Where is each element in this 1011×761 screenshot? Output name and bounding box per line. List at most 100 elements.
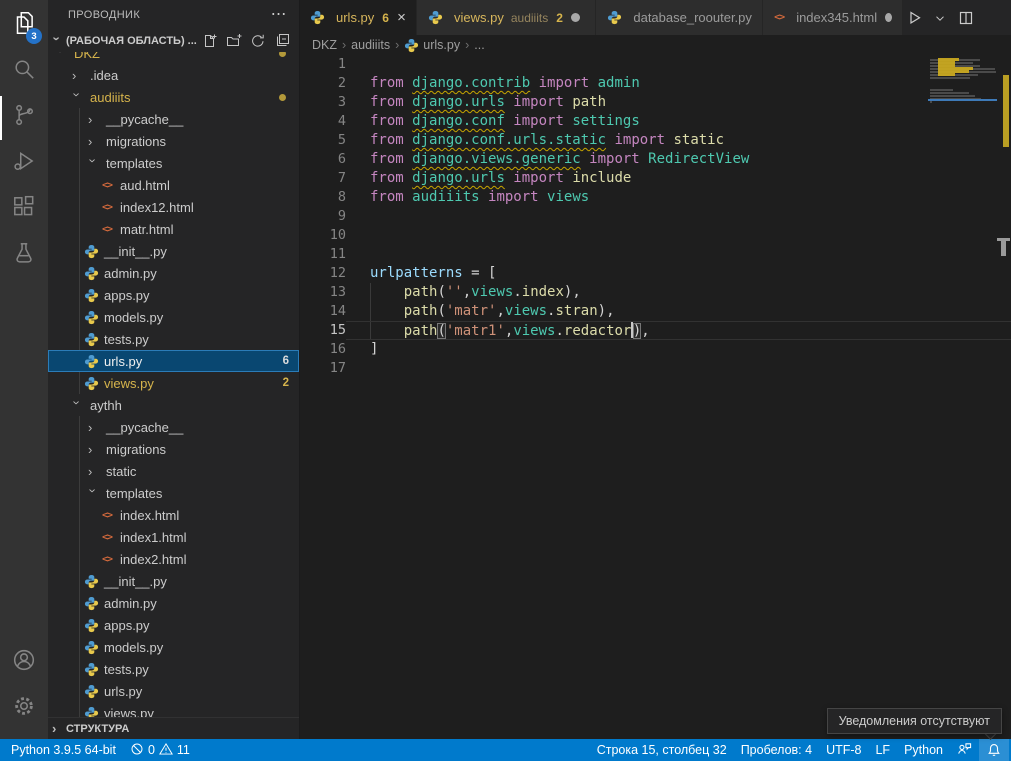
more-actions-icon[interactable] bbox=[981, 7, 1003, 29]
tree-item-label: __init__.py bbox=[104, 574, 167, 589]
python-file-icon bbox=[606, 10, 622, 25]
code-line[interactable]: 7from django.urls import include bbox=[300, 169, 1011, 188]
split-editor-icon[interactable] bbox=[955, 7, 977, 29]
line-number: 5 bbox=[300, 131, 346, 150]
tab-index345-html[interactable]: <>index345.html bbox=[763, 0, 903, 35]
line-number: 3 bbox=[300, 93, 346, 112]
tree-item-admin-py[interactable]: admin.py bbox=[48, 262, 299, 284]
refresh-icon[interactable] bbox=[249, 32, 267, 50]
close-icon[interactable]: × bbox=[397, 9, 406, 26]
status-cursor-position[interactable]: Строка 15, столбец 32 bbox=[590, 739, 734, 761]
tree-item-index2-html[interactable]: <>index2.html bbox=[48, 548, 299, 570]
tree-item-label: tests.py bbox=[104, 332, 149, 347]
code-line[interactable]: 8from audiiits import views bbox=[300, 188, 1011, 207]
tree-item-admin-py[interactable]: admin.py bbox=[48, 592, 299, 614]
status-language[interactable]: Python bbox=[897, 739, 950, 761]
tree-item-static[interactable]: ›static bbox=[48, 460, 299, 482]
sidebar-more-actions-icon[interactable]: ⋯ bbox=[271, 0, 287, 30]
code-line[interactable]: 17 bbox=[300, 359, 1011, 378]
tree-item-audiiits[interactable]: ›audiiits bbox=[48, 86, 299, 108]
code-token: views bbox=[513, 323, 555, 339]
chevron-down-icon: › bbox=[51, 36, 64, 48]
tree-item-apps-py[interactable]: apps.py bbox=[48, 284, 299, 306]
code-line[interactable]: 5from django.conf.urls.static import sta… bbox=[300, 131, 1011, 150]
status-feedback[interactable] bbox=[950, 739, 979, 761]
activity-item-account[interactable] bbox=[0, 639, 48, 685]
activity-item-search[interactable] bbox=[0, 48, 48, 94]
tree-item--pycache-[interactable]: ›__pycache__ bbox=[48, 416, 299, 438]
tree-item--idea[interactable]: ›.idea bbox=[48, 64, 299, 86]
line-number: 1 bbox=[300, 55, 346, 74]
code-line[interactable]: 11 bbox=[300, 245, 1011, 264]
code-line[interactable]: 14 path('matr',views.stran), bbox=[300, 302, 1011, 321]
outline-section-header[interactable]: › СТРУКТУРА bbox=[48, 717, 299, 739]
tree-item-urls-py[interactable]: urls.py bbox=[48, 680, 299, 702]
activity-item-testing[interactable] bbox=[0, 232, 48, 278]
code-line[interactable]: 4from django.conf import settings bbox=[300, 112, 1011, 131]
tab-database-roouter-py[interactable]: database_roouter.py bbox=[596, 0, 763, 35]
tree-item-tests-py[interactable]: tests.py bbox=[48, 328, 299, 350]
tree-item-templates[interactable]: ›templates bbox=[48, 482, 299, 504]
tree-item-matr-html[interactable]: <>matr.html bbox=[48, 218, 299, 240]
collapse-all-icon[interactable] bbox=[273, 32, 291, 50]
code-line-text: from audiiits import views bbox=[346, 188, 1011, 207]
code-token: redactor bbox=[564, 323, 631, 339]
code-line[interactable]: 13 path('',views.index), bbox=[300, 283, 1011, 302]
tab-urls-py[interactable]: urls.py6× bbox=[300, 0, 417, 35]
tab-views-py[interactable]: views.pyaudiiits2 bbox=[417, 0, 596, 35]
code-line[interactable]: 3from django.urls import path bbox=[300, 93, 1011, 112]
run-icon[interactable] bbox=[903, 7, 925, 29]
tree-item-index-html[interactable]: <>index.html bbox=[48, 504, 299, 526]
activity-item-source-control[interactable] bbox=[0, 94, 48, 140]
breadcrumb-item-0[interactable]: DKZ bbox=[312, 38, 337, 52]
status-indentation[interactable]: Пробелов: 4 bbox=[734, 739, 819, 761]
activity-item-explorer[interactable]: 3 bbox=[0, 2, 48, 48]
file-tree: ›DKZ›.idea›audiiits›__pycache__›migratio… bbox=[48, 0, 299, 739]
tree-item-migrations[interactable]: ›migrations bbox=[48, 438, 299, 460]
tree-item--pycache-[interactable]: ›__pycache__ bbox=[48, 108, 299, 130]
status-problems[interactable]: 011 bbox=[123, 739, 197, 761]
status-eol[interactable]: LF bbox=[868, 739, 897, 761]
new-file-icon[interactable] bbox=[201, 32, 219, 50]
tree-item-urls-py[interactable]: urls.py6 bbox=[48, 350, 299, 372]
tree-item-aud-html[interactable]: <>aud.html bbox=[48, 174, 299, 196]
code-token: views bbox=[505, 303, 547, 319]
tree-item-tests-py[interactable]: tests.py bbox=[48, 658, 299, 680]
breadcrumb-item-1[interactable]: audiiits bbox=[351, 38, 390, 52]
tree-item-aythh[interactable]: ›aythh bbox=[48, 394, 299, 416]
code-line[interactable]: 9 bbox=[300, 207, 1011, 226]
code-line[interactable]: 1 bbox=[300, 55, 1011, 74]
activity-item-settings[interactable] bbox=[0, 685, 48, 731]
code-line[interactable]: 6from django.views.generic import Redire… bbox=[300, 150, 1011, 169]
problems-badge: 6 bbox=[283, 355, 289, 367]
breadcrumb-item-3[interactable]: ... bbox=[474, 38, 484, 52]
tree-item-label: matr.html bbox=[120, 222, 173, 237]
activity-item-extensions[interactable] bbox=[0, 186, 48, 232]
status-notifications[interactable] bbox=[979, 739, 1009, 761]
code-token: views bbox=[547, 189, 589, 205]
run-dropdown-icon[interactable] bbox=[929, 7, 951, 29]
workspace-section-header[interactable]: › (РАБОЧАЯ ОБЛАСТЬ) ... bbox=[48, 30, 299, 52]
status-python-interpreter[interactable]: Python 3.9.5 64-bit bbox=[4, 739, 123, 761]
breadcrumb-item-2[interactable]: urls.py bbox=[404, 38, 460, 53]
tree-item-templates[interactable]: ›templates bbox=[48, 152, 299, 174]
tree-item-index1-html[interactable]: <>index1.html bbox=[48, 526, 299, 548]
tree-item-views-py[interactable]: views.py2 bbox=[48, 372, 299, 394]
new-folder-icon[interactable] bbox=[225, 32, 243, 50]
code-line[interactable]: 2from django.contrib import admin bbox=[300, 74, 1011, 93]
status-encoding[interactable]: UTF-8 bbox=[819, 739, 868, 761]
tree-item-models-py[interactable]: models.py bbox=[48, 636, 299, 658]
code-editor[interactable]: 12from django.contrib import admin3from … bbox=[300, 55, 1011, 739]
tree-item-index12-html[interactable]: <>index12.html bbox=[48, 196, 299, 218]
code-line[interactable]: 12urlpatterns = [ bbox=[300, 264, 1011, 283]
code-line[interactable]: 10 bbox=[300, 226, 1011, 245]
tree-item-migrations[interactable]: ›migrations bbox=[48, 130, 299, 152]
tree-item--init-py[interactable]: __init__.py bbox=[48, 240, 299, 262]
code-line[interactable]: 16] bbox=[300, 340, 1011, 359]
tree-item-apps-py[interactable]: apps.py bbox=[48, 614, 299, 636]
activity-item-run-debug[interactable] bbox=[0, 140, 48, 186]
tree-item--init-py[interactable]: __init__.py bbox=[48, 570, 299, 592]
code-line[interactable]: 15 path('matr1',views.redactor), bbox=[300, 321, 1011, 340]
code-line-text bbox=[346, 207, 1011, 226]
tree-item-models-py[interactable]: models.py bbox=[48, 306, 299, 328]
